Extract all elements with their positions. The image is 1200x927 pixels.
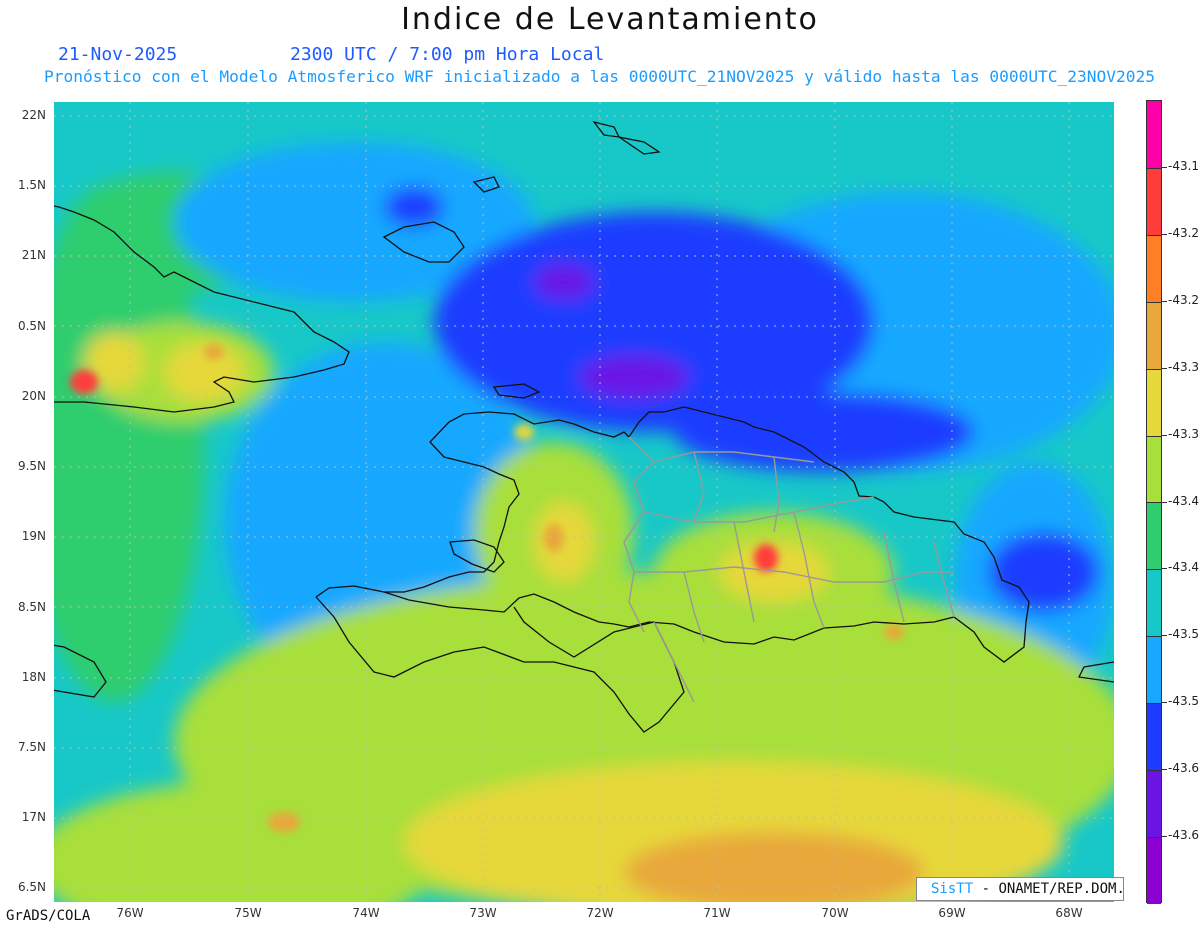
colorbar-segment: [1147, 368, 1161, 436]
colorbar-segment: [1147, 502, 1161, 570]
colorbar-segment: [1147, 234, 1161, 302]
colorbar-label: -43.3: [1168, 426, 1200, 441]
forecast-description: Pronóstico con el Modelo Atmosferico WRF…: [44, 67, 1156, 86]
lat-label-19n: 19N: [21, 529, 46, 543]
lon-label-74w: 74W: [352, 906, 380, 920]
colorbar: [1146, 100, 1162, 904]
lon-label-69w: 69W: [938, 906, 966, 920]
lon-label-75w: 75W: [234, 906, 262, 920]
map-title: Indice de Levantamiento: [401, 2, 819, 37]
credit-box: SisTT - ONAMET/REP.DOM.: [916, 877, 1125, 901]
lon-label-68w: 68W: [1055, 906, 1083, 920]
forecast-time: 2300 UTC / 7:00 pm Hora Local: [290, 44, 605, 65]
lat-label-20n: 20N: [21, 389, 46, 403]
lat-label-18n: 18N: [21, 670, 46, 684]
lat-label-17-5n: 7.5N: [17, 740, 46, 754]
lat-label-17n: 17N: [21, 810, 46, 824]
colorbar-segment: [1147, 569, 1161, 637]
colorbar-label: -43.2: [1168, 225, 1200, 240]
colorbar-segment: [1147, 770, 1161, 837]
colorbar-label: -43.6: [1168, 828, 1200, 843]
lifted-index-map: [54, 102, 1114, 902]
colorbar-segment: [1147, 435, 1161, 503]
colorbar-label: -43.2: [1168, 292, 1200, 307]
lon-label-70w: 70W: [821, 906, 849, 920]
lat-label-20-5n: 0.5N: [17, 319, 46, 333]
colorbar-label: -43.4: [1168, 560, 1200, 575]
lat-label-22n: 22N: [21, 108, 46, 122]
forecast-date: 21-Nov-2025: [58, 44, 178, 65]
lat-label-19-5n: 9.5N: [17, 459, 46, 473]
lon-label-73w: 73W: [469, 906, 497, 920]
lat-label-21n: 21N: [21, 248, 46, 262]
colorbar-segment: [1147, 101, 1161, 168]
colorbar-tick: [1162, 300, 1167, 302]
colorbar-label: -43.6: [1168, 761, 1200, 776]
colorbar-tick: [1162, 836, 1167, 838]
colorbar-segment: [1147, 836, 1161, 904]
colorbar-tick: [1162, 568, 1167, 570]
colorbar-label: -43.4: [1168, 493, 1200, 508]
colorbar-segment: [1147, 636, 1161, 704]
colorbar-segment: [1147, 301, 1161, 369]
colorbar-tick: [1162, 434, 1167, 436]
colorbar-tick: [1162, 233, 1167, 235]
lon-label-76w: 76W: [116, 906, 144, 920]
colorbar-tick: [1162, 367, 1167, 369]
colorbar-tick: [1162, 769, 1167, 771]
lon-label-72w: 72W: [586, 906, 614, 920]
colorbar-label: -43.5: [1168, 694, 1200, 709]
grads-label: GrADS/COLA: [6, 908, 91, 924]
colorbar-segment: [1147, 703, 1161, 771]
colorbar-tick: [1162, 635, 1167, 637]
colorbar-segment: [1147, 167, 1161, 235]
colorbar-label: -43.1: [1168, 158, 1200, 173]
lat-label-16-5n: 6.5N: [17, 880, 46, 894]
lon-label-71w: 71W: [703, 906, 731, 920]
colorbar-label: -43.3: [1168, 359, 1200, 374]
credit-text: - ONAMET/REP.DOM.: [981, 881, 1125, 897]
colorbar-label: -43.5: [1168, 627, 1200, 642]
sistt-brand: SisTT: [931, 881, 974, 897]
lat-label-21-5n: 1.5N: [17, 178, 46, 192]
colorbar-tick: [1162, 166, 1167, 168]
colorbar-tick: [1162, 702, 1167, 704]
colorbar-tick: [1162, 501, 1167, 503]
lat-label-18-5n: 8.5N: [17, 600, 46, 614]
